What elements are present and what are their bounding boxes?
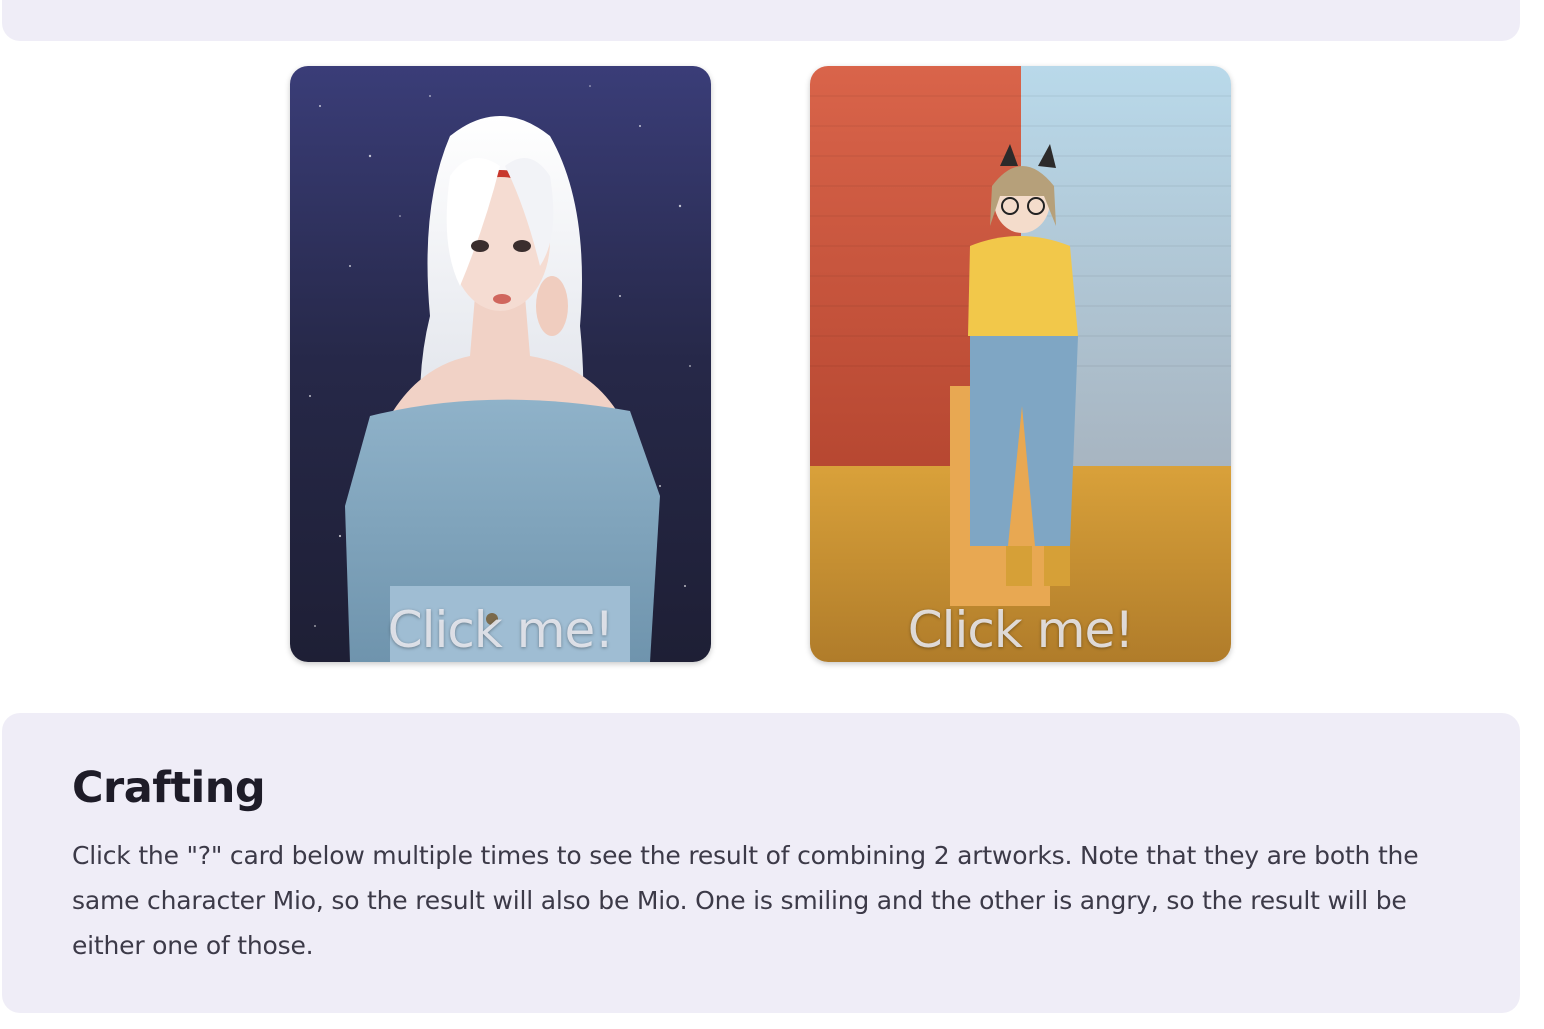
crafting-description: Click the "?" card below multiple times …	[72, 841, 1419, 960]
card-label: Click me!	[387, 601, 615, 659]
card-label: Click me!	[907, 601, 1135, 659]
crafting-title: Crafting	[72, 763, 266, 813]
top-panel	[2, 0, 1520, 41]
artwork-card-2[interactable]: Click me!	[810, 66, 1231, 662]
artwork-card-1[interactable]: Click me!	[290, 66, 711, 662]
white-haired-girl-artwork	[290, 66, 711, 662]
crafting-panel: Crafting Click the "?" card below multip…	[2, 713, 1520, 1013]
cat-ear-girl-artwork	[810, 66, 1231, 662]
